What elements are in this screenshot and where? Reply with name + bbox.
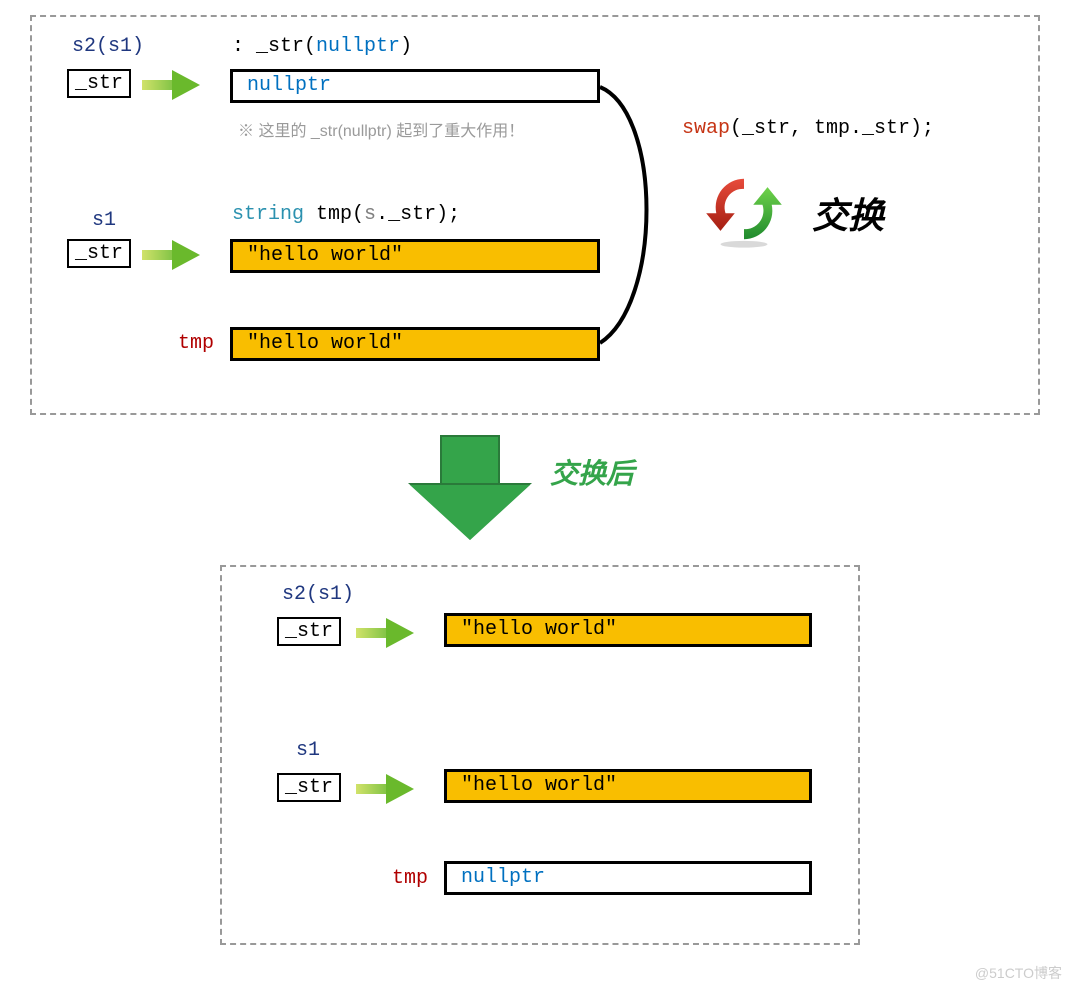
watermark: @51CTO博客 <box>975 963 1062 983</box>
s2-str-cell-after: _str <box>277 617 341 646</box>
footnote: ※ 这里的 _str(nullptr) 起到了重大作用！ <box>238 117 524 141</box>
swap-icon <box>702 167 786 251</box>
s1-data-box-after: "hello world" <box>444 769 812 803</box>
s2-data-box-after: "hello world" <box>444 613 812 647</box>
arrow-s1-after <box>356 776 416 802</box>
str-member: _str <box>75 242 123 265</box>
arrow-s2-after <box>356 620 416 646</box>
swap-call-code: swap(_str, tmp._str); <box>682 117 934 140</box>
init-list-code: : _str(nullptr) <box>232 35 412 58</box>
before-swap-panel: s2(s1) _str : _str(nullptr) nullptr ※ 这里… <box>30 15 1040 415</box>
s1-str-cell: _str <box>67 239 131 268</box>
tmp-value: "hello world" <box>247 332 403 355</box>
s1-str-cell-after: _str <box>277 773 341 802</box>
label-s2s1-after: s2(s1) <box>282 583 354 606</box>
s1-value: "hello world" <box>247 244 403 267</box>
s2-data-box: nullptr <box>230 69 600 103</box>
str-member: _str <box>285 620 333 643</box>
arrow-s1 <box>142 242 202 268</box>
label-tmp-after: tmp <box>392 867 428 890</box>
tmp-data-box: "hello world" <box>230 327 600 361</box>
s1-value-after: "hello world" <box>461 774 617 797</box>
s2-str-cell: _str <box>67 69 131 98</box>
tmp-data-box-after: nullptr <box>444 861 812 895</box>
swap-connector <box>592 73 662 369</box>
after-label: 交换后 <box>550 452 634 492</box>
str-member: _str <box>75 72 123 95</box>
tmp-value-after: nullptr <box>461 866 545 889</box>
str-member: _str <box>285 776 333 799</box>
s2-value-after: "hello world" <box>461 618 617 641</box>
after-swap-panel: s2(s1) _str "hello world" s1 _str "hello… <box>220 565 860 945</box>
label-s1: s1 <box>92 209 116 232</box>
s2-value: nullptr <box>247 74 331 97</box>
swap-label: 交换 <box>812 187 884 239</box>
tmp-construct-code: string tmp(s._str); <box>232 203 460 226</box>
label-s1-after: s1 <box>296 739 320 762</box>
arrow-s2 <box>142 72 202 98</box>
label-s2s1: s2(s1) <box>72 35 144 58</box>
label-tmp: tmp <box>178 332 214 355</box>
s1-data-box: "hello world" <box>230 239 600 273</box>
down-arrow <box>410 435 530 545</box>
